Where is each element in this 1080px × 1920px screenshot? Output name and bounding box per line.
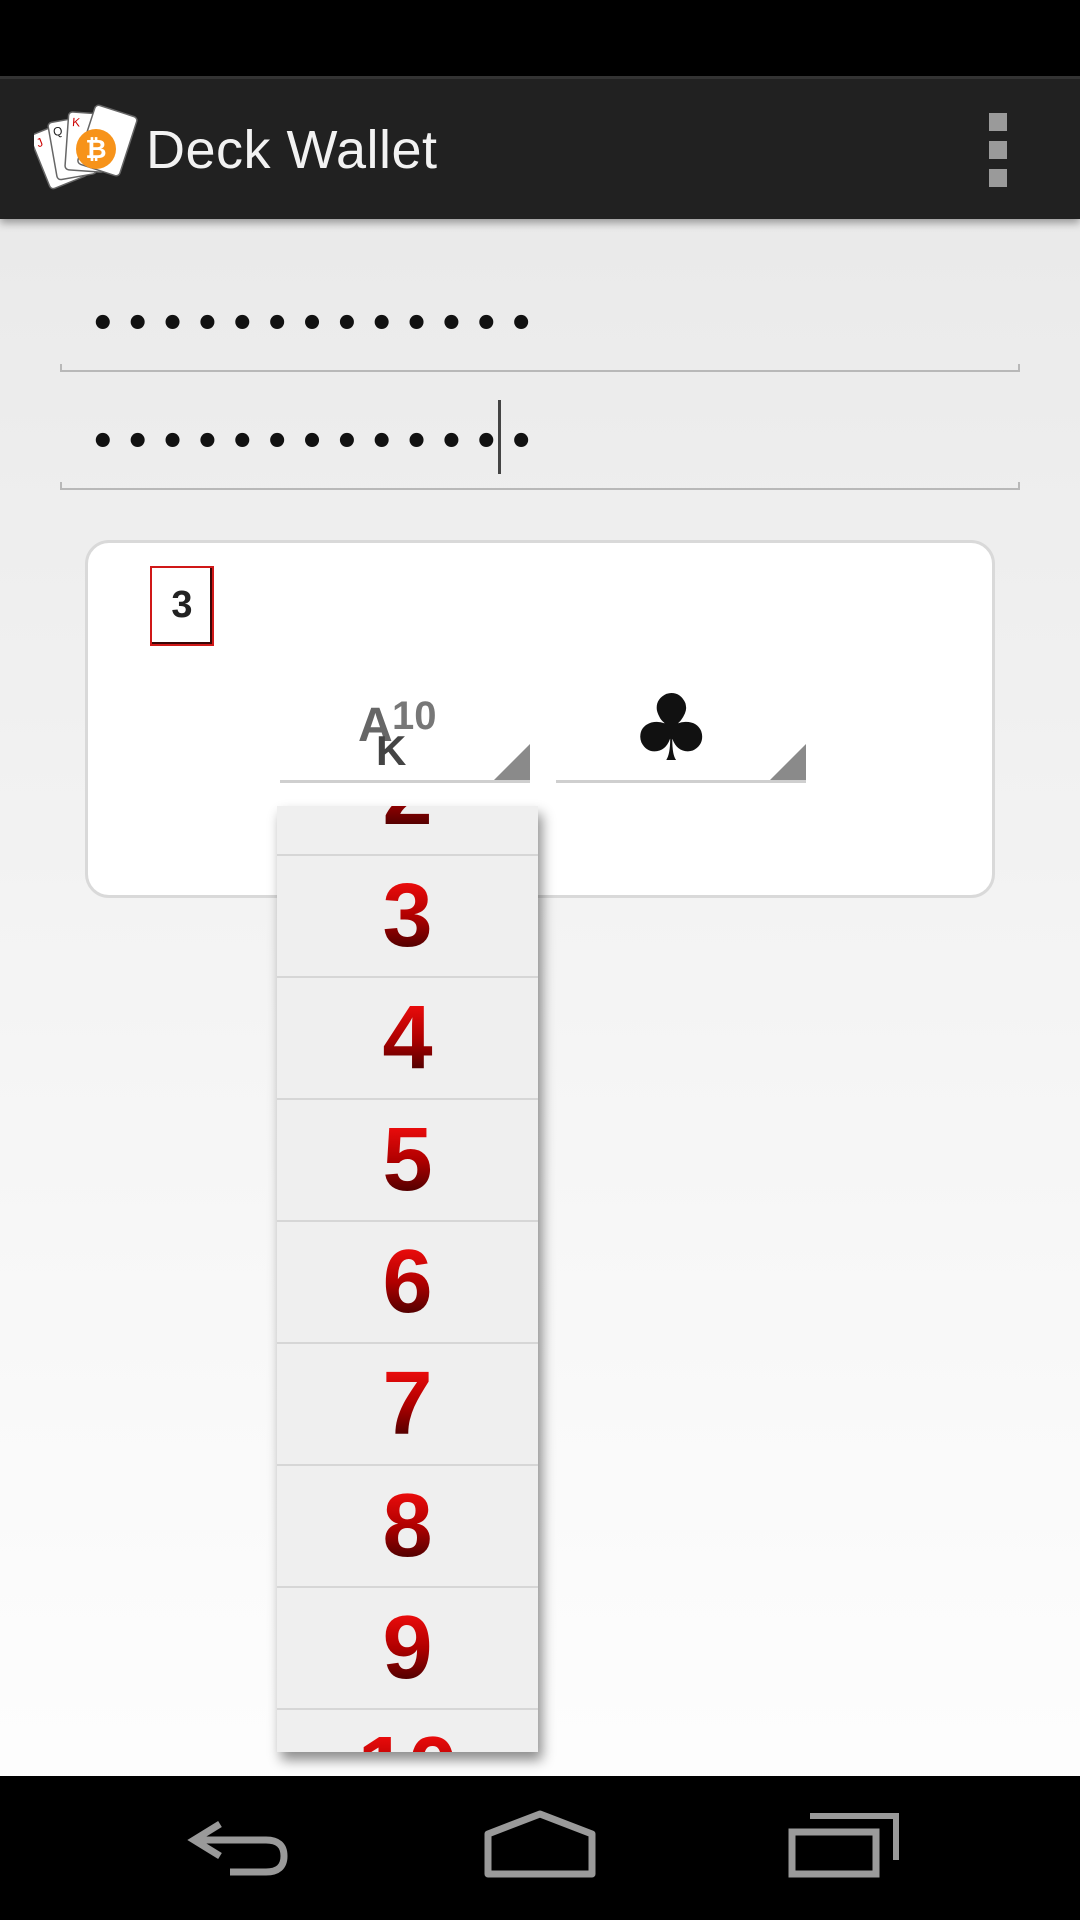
clubs-icon: ♣ (630, 675, 713, 782)
app-logo-icon: J Q K ₿ (34, 104, 138, 190)
rank-option-label: 8 (382, 1476, 433, 1576)
overflow-dot (989, 113, 1007, 131)
rank-option-7[interactable]: 7 (277, 1344, 538, 1466)
rank-spinner[interactable]: A 10 K (280, 663, 530, 783)
field-underline (60, 364, 1020, 372)
rank-option-4[interactable]: 4 (277, 978, 538, 1100)
svg-text:K: K (376, 727, 406, 769)
rank-option-5[interactable]: 5 (277, 1100, 538, 1222)
action-bar: J Q K ₿ Deck Wallet (0, 76, 1080, 219)
rank-option-9[interactable]: 9 (277, 1588, 538, 1710)
spinner-underline (556, 780, 806, 783)
rank-option-label: 2 (382, 806, 432, 839)
rank-option-3[interactable]: 3 (277, 856, 538, 978)
recents-icon[interactable] (784, 1810, 904, 1890)
rank-option-10[interactable]: 10 (277, 1710, 538, 1752)
card-picker-panel: 3 A 10 K ♣ (85, 540, 995, 898)
svg-text:K: K (72, 115, 81, 130)
password-value: ••••••••••••• (90, 301, 544, 347)
rank-option-label: 9 (382, 1598, 433, 1698)
overflow-dot (989, 141, 1007, 159)
rank-ak10-icon: A 10 K (358, 694, 437, 769)
back-icon[interactable] (180, 1810, 300, 1890)
overflow-menu-button[interactable] (976, 113, 1020, 189)
rank-option-label: 3 (382, 866, 433, 966)
rank-option-label: 10 (357, 1724, 457, 1752)
field-underline (60, 482, 1020, 490)
rank-option-label: 5 (382, 1110, 433, 1210)
password-field-1[interactable]: ••••••••••••• (60, 282, 1020, 372)
rank-option-label: 6 (382, 1232, 433, 1332)
suit-spinner[interactable]: ♣ (556, 663, 806, 783)
text-cursor (498, 400, 501, 474)
app-title: Deck Wallet (146, 120, 438, 180)
password-value: ••••••••••••• (90, 419, 544, 465)
rank-option-8[interactable]: 8 (277, 1466, 538, 1588)
rank-option-label: 7 (382, 1354, 433, 1454)
spinner-underline (280, 780, 530, 783)
spinner-arrow-icon (770, 744, 806, 780)
status-bar (0, 0, 1080, 76)
rank-dropdown-list[interactable]: 2 3 4 5 6 7 8 9 10 (277, 806, 538, 1752)
navigation-bar (0, 1776, 1080, 1920)
password-field-2[interactable]: ••••••••••••• (60, 400, 1020, 490)
home-icon[interactable] (480, 1810, 600, 1890)
spinner-arrow-icon (494, 744, 530, 780)
rank-option-label: 4 (382, 988, 433, 1088)
svg-text:₿: ₿ (85, 135, 106, 165)
rank-option-6[interactable]: 6 (277, 1222, 538, 1344)
selected-card[interactable]: 3 (150, 566, 214, 646)
overflow-dot (989, 169, 1007, 187)
rank-option-2[interactable]: 2 (277, 806, 538, 856)
